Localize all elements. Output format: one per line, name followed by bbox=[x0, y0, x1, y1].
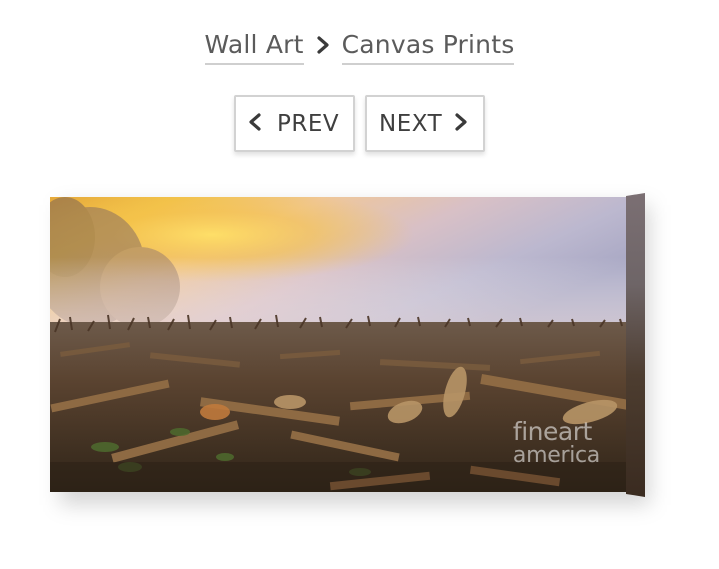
next-label: NEXT bbox=[379, 110, 443, 137]
fineartamerica-watermark: fineart america bbox=[512, 417, 600, 468]
chevron-left-icon bbox=[248, 111, 277, 137]
prev-button[interactable]: PREV bbox=[234, 95, 355, 152]
chevron-right-icon bbox=[304, 30, 342, 60]
artwork-image[interactable]: fineart america bbox=[50, 197, 628, 492]
breadcrumb: Wall Art Canvas Prints bbox=[0, 30, 719, 70]
prev-label: PREV bbox=[277, 110, 340, 137]
watermark-line-2: america bbox=[512, 443, 600, 468]
watermark-line-1: fineart bbox=[512, 417, 592, 446]
breadcrumb-wall-art-link[interactable]: Wall Art bbox=[204, 30, 304, 65]
breadcrumb-canvas-prints-link[interactable]: Canvas Prints bbox=[341, 30, 515, 65]
pager: PREV NEXT bbox=[0, 95, 719, 152]
canvas-side-edge bbox=[626, 193, 645, 497]
canvas-print-preview[interactable]: fineart america bbox=[50, 193, 650, 505]
next-button[interactable]: NEXT bbox=[365, 95, 485, 152]
chevron-right-icon bbox=[442, 111, 468, 137]
